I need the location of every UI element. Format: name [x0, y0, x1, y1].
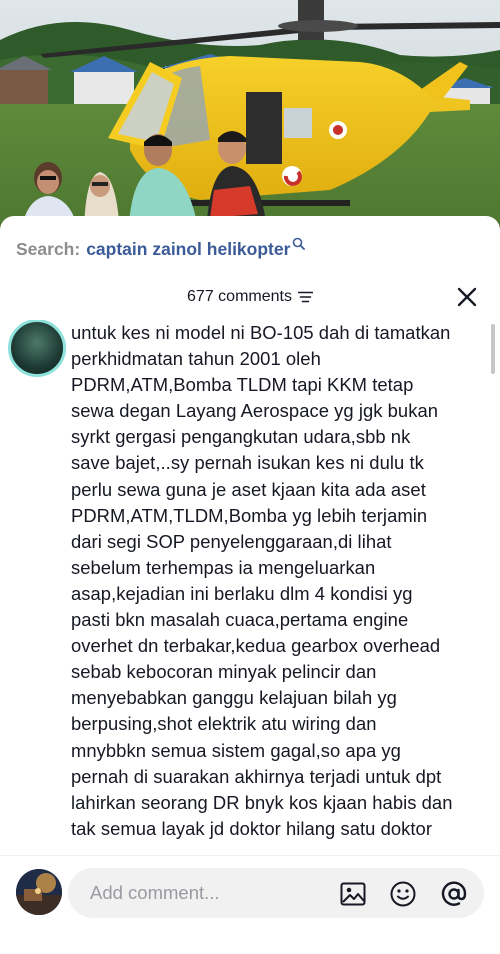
comment-line: asap,kejadian ini berlaku dlm 4 kondisi … — [71, 582, 413, 604]
avatar-image — [16, 869, 62, 915]
comment-line: mnybbkn semua sistem gagal,so apa yg — [71, 739, 401, 761]
comment-line: sebab kebocoran minyak pelincir dan — [71, 661, 377, 683]
comment-line: sebelum terhempas ia mengeluarkan — [71, 556, 376, 578]
emoji-icon[interactable] — [389, 880, 417, 908]
comments-panel: Search: captain zainol helikopter 677 co… — [0, 216, 500, 954]
filter-icon[interactable] — [297, 291, 313, 303]
comment-line: dari segi SOP penyelenggaraan,di lihat — [71, 530, 392, 552]
comment-line: PDRM,ATM,Bomba TLDM tapi KKM tetap — [71, 374, 414, 396]
comment-line: untuk kes ni model ni BO-105 dah di tama… — [71, 322, 451, 343]
comment-line: tak semua layak jd doktor hilang satu do… — [71, 817, 433, 839]
comment-line: pasti bkn masalah cuaca,pertama engine — [71, 609, 409, 631]
search-icon — [293, 237, 306, 250]
comment-line: lahirkan seorang DR bnyk kos kjaan habis… — [71, 791, 453, 813]
search-suggestion[interactable]: Search: captain zainol helikopter — [16, 236, 306, 262]
comment-line: perlu sewa guna je aset kjaan kita ada a… — [71, 478, 426, 500]
comment-line: pernah di suarakan akhirnya terjadi untu… — [71, 765, 442, 787]
helicopter-photo — [0, 0, 500, 240]
comment-line: perkhidmatan tahun 2001 oleh — [71, 348, 321, 370]
comment-input-bar: Add comment... — [0, 855, 500, 954]
comment-line: menyebabkan ganggu kelajuan bilah yg — [71, 687, 397, 709]
close-icon[interactable] — [456, 286, 478, 308]
commenter-avatar[interactable] — [8, 319, 66, 377]
image-icon[interactable] — [339, 880, 367, 908]
comments-count: 677 comments — [187, 288, 292, 305]
video-thumbnail[interactable] — [0, 0, 500, 240]
comment-line: overhet dn terbakar,kedua gearbox overhe… — [71, 635, 441, 657]
comment-line: PDRM,ATM,TLDM,Bomba yg lebih terjamin — [71, 504, 428, 526]
search-query-link[interactable]: captain zainol helikopter — [86, 239, 290, 260]
comment-line: berpusing,shot elektrik atu wiring dan — [71, 713, 377, 735]
comments-header: 677 comments — [0, 284, 500, 310]
comment-list[interactable]: untuk kes ni model ni BO-105 dah di tama… — [0, 316, 500, 856]
comment-text: untuk kes ni model ni BO-105 dah di tama… — [71, 320, 491, 842]
comment-line: sewa degan Layang Aerospace yg jgk bukan — [71, 400, 439, 422]
scroll-clip — [0, 316, 80, 320]
user-avatar[interactable] — [16, 869, 62, 915]
add-comment-input[interactable]: Add comment... — [68, 868, 484, 918]
mention-icon[interactable] — [440, 880, 468, 908]
search-prefix-label: Search: — [16, 238, 81, 259]
comment-line: syrkt gergasi pengangkutan udara,sbb nk — [71, 426, 411, 448]
scrollbar-thumb[interactable] — [491, 324, 495, 374]
comment-line: save bajet,..sy pernah isukan kes ni dul… — [71, 452, 424, 474]
